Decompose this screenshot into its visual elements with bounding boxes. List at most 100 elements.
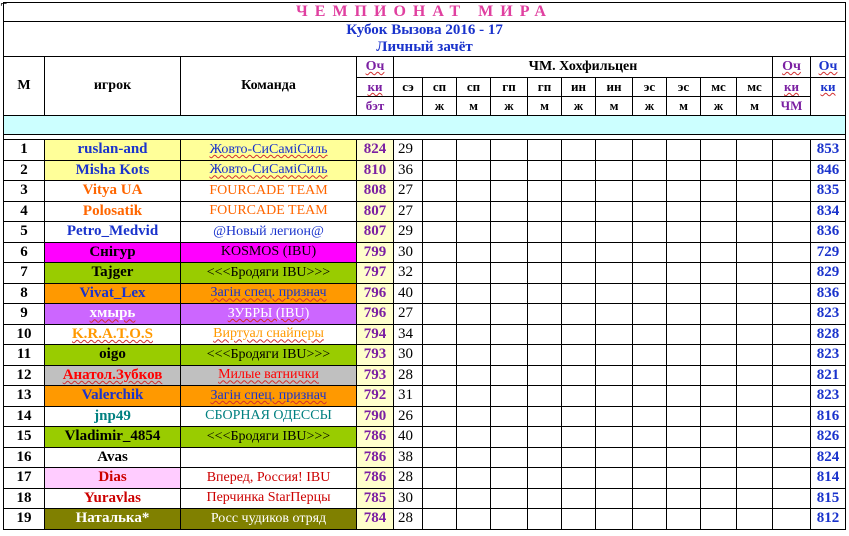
team-cell[interactable]: ЗУБРЫ (IBU)	[180, 303, 357, 325]
team-cell[interactable]: <<<Бродяги IBU>>>	[180, 262, 357, 284]
event-cell[interactable]	[490, 487, 528, 509]
event-cell[interactable]	[527, 200, 562, 222]
event-cell[interactable]	[632, 385, 667, 407]
wc-points-cell[interactable]	[772, 446, 811, 468]
event-cell[interactable]	[561, 446, 596, 468]
event-cell[interactable]	[595, 139, 633, 161]
team-cell[interactable]: Загін спец. признач	[180, 385, 357, 407]
event-cell[interactable]	[736, 159, 773, 181]
bet-points-cell[interactable]: 796	[356, 303, 394, 325]
event-cell[interactable]	[456, 159, 491, 181]
event-cell[interactable]	[561, 426, 596, 448]
event-cell[interactable]	[632, 262, 667, 284]
event-cell[interactable]	[456, 467, 491, 489]
event-cell[interactable]	[595, 282, 633, 304]
table-row[interactable]: 16 Avas 786 38 824	[3, 446, 847, 468]
total-points-cell[interactable]: 823	[809, 303, 847, 325]
event-cell[interactable]	[422, 323, 457, 345]
event-cell[interactable]	[561, 241, 596, 263]
event-cell[interactable]	[490, 446, 528, 468]
event-cell[interactable]	[561, 262, 596, 284]
event-cell[interactable]	[700, 364, 737, 386]
player-cell[interactable]: Valerchik	[44, 385, 181, 407]
wc-points-cell[interactable]	[772, 303, 811, 325]
event-cell[interactable]	[595, 241, 633, 263]
rank-cell[interactable]: 6	[3, 241, 45, 263]
table-row[interactable]: 5 Petro_Medvid @Новый легион@ 807 29 836	[3, 221, 847, 243]
wc-points-cell[interactable]	[772, 508, 811, 530]
bet-points-cell[interactable]: 790	[356, 405, 394, 427]
event-cell[interactable]	[456, 180, 491, 202]
event-cell[interactable]	[595, 344, 633, 366]
event-cell[interactable]	[595, 159, 633, 181]
bet-points-cell[interactable]: 799	[356, 241, 394, 263]
rank-cell[interactable]: 4	[3, 200, 45, 222]
team-cell[interactable]: KOSMOS (IBU)	[180, 241, 357, 263]
event-cell[interactable]	[422, 344, 457, 366]
player-cell[interactable]: Снігур	[44, 241, 181, 263]
event-cell[interactable]	[736, 426, 773, 448]
event-cell[interactable]	[736, 344, 773, 366]
event-cell[interactable]: 29	[393, 139, 423, 161]
event-cell[interactable]	[527, 159, 562, 181]
event-cell[interactable]	[527, 467, 562, 489]
event-cell[interactable]	[700, 487, 737, 509]
event-cell[interactable]	[422, 159, 457, 181]
event-cell[interactable]	[595, 487, 633, 509]
event-cell[interactable]	[666, 364, 701, 386]
event-cell[interactable]: 40	[393, 282, 423, 304]
event-cell[interactable]	[595, 405, 633, 427]
event-cell[interactable]	[632, 221, 667, 243]
event-cell[interactable]	[422, 221, 457, 243]
table-row[interactable]: 3 Vitya UA FOURCADE TEAM 808 27 835	[3, 180, 847, 202]
rank-cell[interactable]: 12	[3, 364, 45, 386]
event-cell[interactable]	[527, 385, 562, 407]
event-cell[interactable]	[561, 467, 596, 489]
event-cell[interactable]	[666, 446, 701, 468]
event-cell[interactable]	[700, 323, 737, 345]
event-cell[interactable]	[700, 385, 737, 407]
event-cell[interactable]	[700, 303, 737, 325]
team-cell[interactable]	[180, 446, 357, 468]
event-cell[interactable]: 34	[393, 323, 423, 345]
event-cell[interactable]	[422, 282, 457, 304]
event-cell[interactable]	[632, 159, 667, 181]
wc-points-cell[interactable]	[772, 221, 811, 243]
bet-points-cell[interactable]: 810	[356, 159, 394, 181]
player-cell[interactable]: Наталька*	[44, 508, 181, 530]
wc-points-cell[interactable]	[772, 426, 811, 448]
player-cell[interactable]: Vladimir_4854	[44, 426, 181, 448]
event-cell[interactable]	[527, 221, 562, 243]
team-cell[interactable]: Жовто-СиСаміСиль	[180, 139, 357, 161]
rank-cell[interactable]: 7	[3, 262, 45, 284]
table-row[interactable]: 15 Vladimir_4854 <<<Бродяги IBU>>> 786 40 826	[3, 426, 847, 448]
event-cell[interactable]	[561, 508, 596, 530]
event-cell[interactable]	[456, 221, 491, 243]
event-cell[interactable]	[632, 364, 667, 386]
team-cell[interactable]: FOURCADE TEAM	[180, 180, 357, 202]
event-cell[interactable]: 38	[393, 446, 423, 468]
event-cell[interactable]	[666, 303, 701, 325]
event-cell[interactable]: 31	[393, 385, 423, 407]
event-cell[interactable]	[632, 139, 667, 161]
event-cell[interactable]: 27	[393, 180, 423, 202]
rank-cell[interactable]: 18	[3, 487, 45, 509]
wc-points-cell[interactable]	[772, 282, 811, 304]
total-points-cell[interactable]: 834	[809, 200, 847, 222]
event-cell[interactable]	[595, 508, 633, 530]
event-cell[interactable]	[736, 405, 773, 427]
event-cell[interactable]	[595, 426, 633, 448]
event-cell[interactable]	[666, 221, 701, 243]
event-cell[interactable]	[456, 139, 491, 161]
event-cell[interactable]	[456, 241, 491, 263]
event-cell[interactable]	[632, 180, 667, 202]
bet-points-cell[interactable]: 784	[356, 508, 394, 530]
wc-points-cell[interactable]	[772, 344, 811, 366]
event-cell[interactable]	[490, 139, 528, 161]
event-cell[interactable]	[595, 467, 633, 489]
event-cell[interactable]	[490, 180, 528, 202]
wc-points-cell[interactable]	[772, 487, 811, 509]
bet-points-cell[interactable]: 785	[356, 487, 394, 509]
event-cell[interactable]	[666, 200, 701, 222]
event-cell[interactable]	[490, 241, 528, 263]
